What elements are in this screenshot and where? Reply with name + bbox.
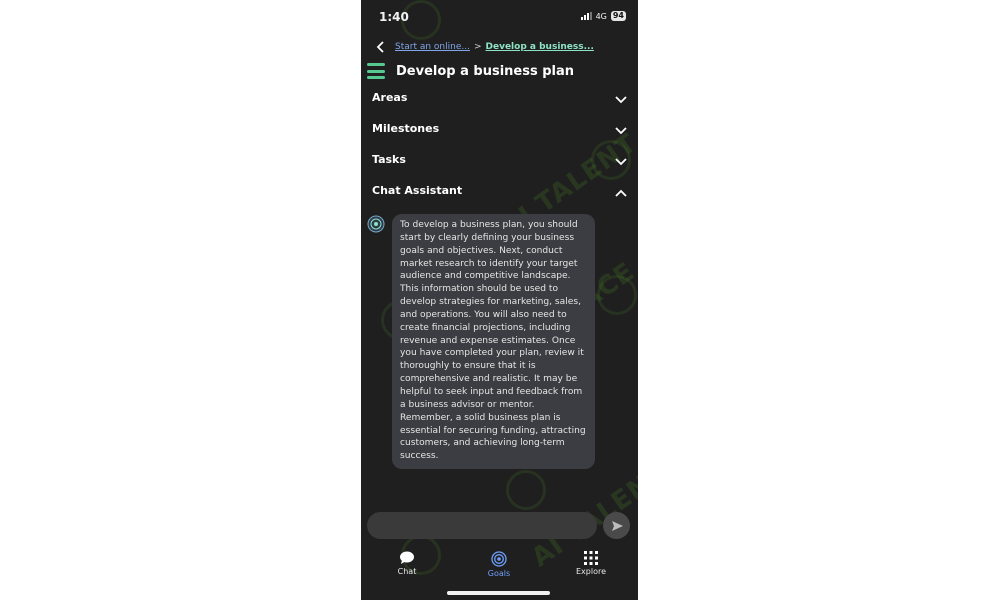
- assistant-message-bubble: To develop a business plan, you should s…: [392, 214, 595, 470]
- back-arrow-icon[interactable]: [375, 40, 387, 54]
- breadcrumb-parent-link[interactable]: Start an online...: [395, 42, 470, 52]
- phone-screen: AI TALENT SPACE AI TALENT SPACE AI TALEN…: [361, 0, 638, 600]
- section-label: Tasks: [372, 153, 406, 166]
- status-bar: 1:40 4G 94: [361, 8, 638, 26]
- nav-chat-label: Chat: [397, 567, 417, 576]
- status-time: 1:40: [379, 10, 409, 24]
- assistant-message-text: To develop a business plan, you should s…: [400, 220, 586, 462]
- chat-bubble-icon: [400, 551, 414, 564]
- nav-chat[interactable]: Chat: [377, 551, 437, 576]
- chevron-down-icon: [615, 158, 627, 166]
- breadcrumb-separator: >: [473, 42, 482, 52]
- send-button[interactable]: [603, 512, 630, 539]
- chevron-down-icon: [615, 96, 627, 104]
- nav-goals[interactable]: Goals: [469, 551, 529, 578]
- signal-icon: [580, 12, 592, 20]
- target-icon: [491, 551, 507, 567]
- section-tasks[interactable]: Tasks: [372, 153, 628, 173]
- section-areas[interactable]: Areas: [372, 91, 628, 111]
- page-title: Develop a business plan: [396, 63, 575, 79]
- watermark-clover: [506, 470, 546, 510]
- nav-explore-label: Explore: [575, 567, 607, 576]
- grid-icon: [584, 551, 598, 565]
- send-icon: [611, 520, 623, 531]
- chevron-up-icon: [615, 189, 627, 197]
- battery-icon: 94: [610, 11, 626, 21]
- network-label: 4G: [595, 11, 607, 21]
- section-label: Milestones: [372, 122, 440, 135]
- home-indicator: [447, 591, 550, 595]
- section-label: Areas: [372, 91, 408, 104]
- breadcrumb-current-link[interactable]: Develop a business...: [486, 42, 594, 52]
- section-label: Chat Assistant: [372, 184, 463, 197]
- chat-input[interactable]: [367, 512, 597, 539]
- chevron-down-icon: [615, 127, 627, 135]
- watermark-clover: [597, 275, 637, 315]
- hamburger-menu-icon[interactable]: [367, 63, 385, 79]
- nav-goals-label: Goals: [487, 569, 511, 578]
- status-indicators: 4G 94: [580, 11, 626, 21]
- nav-explore[interactable]: Explore: [561, 551, 621, 576]
- title-row: Develop a business plan: [367, 63, 574, 79]
- assistant-avatar-icon: [367, 215, 385, 233]
- section-chat-assistant[interactable]: Chat Assistant: [372, 184, 628, 204]
- breadcrumb: Start an online... > Develop a business.…: [375, 40, 594, 54]
- section-milestones[interactable]: Milestones: [372, 122, 628, 142]
